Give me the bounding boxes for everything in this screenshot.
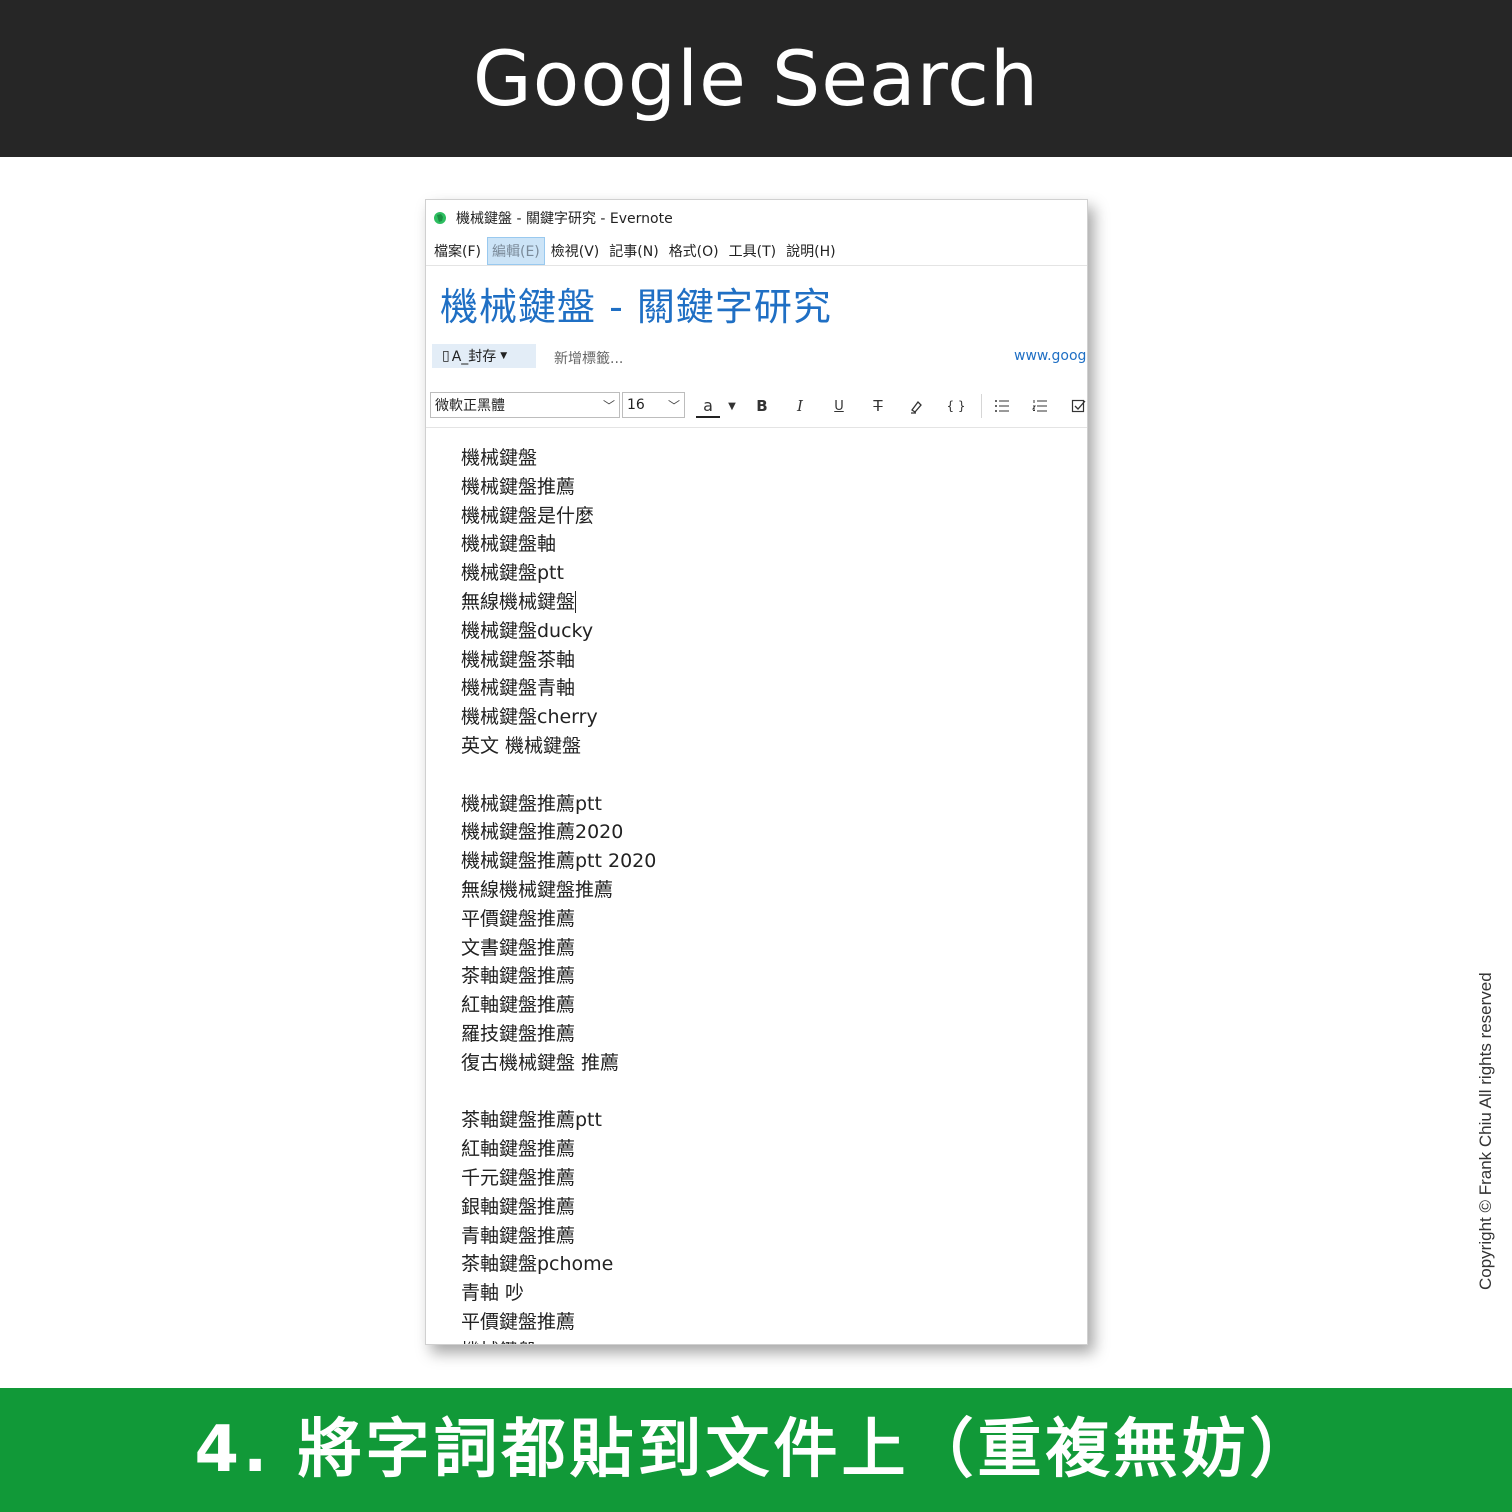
note-line[interactable]: 機械鍵盤是什麼 [461,502,1061,531]
menubar: 檔案(F) 編輯(E) 檢視(V) 記事(N) 格式(O) 工具(T) 說明(H… [426,236,1087,266]
tag-row: ▯ A_封存 ▼ 新增標籤... www.goog [426,340,1087,372]
note-line[interactable]: 紅軸鍵盤推薦 [461,991,1061,1020]
note-line[interactable]: 機械鍵盤軸 [461,530,1061,559]
note-line[interactable]: 機械鍵盤cherry [461,703,1061,732]
bold-button[interactable]: B [749,394,775,418]
highlighter-icon[interactable] [904,394,930,418]
menu-format[interactable]: 格式(O) [665,238,723,264]
note-line[interactable]: 機械鍵盤 [461,1337,1061,1344]
note-line-blank[interactable] [461,1078,1061,1107]
banner-title: Google Search [472,33,1040,123]
format-toolbar: 微軟正黑體 ﹀ 16 ﹀ a ▼ B I U T { } [426,388,1087,428]
note-line[interactable]: 文書鍵盤推薦 [461,934,1061,963]
notebook-name: A_封存 [451,349,497,365]
code-block-button[interactable]: { } [943,394,969,418]
note-line[interactable]: 無線機械鍵盤推薦 [461,876,1061,905]
checkbox-icon[interactable] [1066,394,1087,418]
add-tag-input[interactable]: 新增標籤... [554,348,623,368]
note-line[interactable]: 羅技鍵盤推薦 [461,1020,1061,1049]
note-line[interactable]: 茶軸鍵盤pchome [461,1250,1061,1279]
note-line[interactable]: 茶軸鍵盤推薦ptt [461,1106,1061,1135]
titlebar: 機械鍵盤 - 關鍵字研究 - Evernote [426,200,1087,236]
menu-help[interactable]: 說明(H) [782,238,839,264]
note-line-with-cursor[interactable]: 無線機械鍵盤 [461,588,1061,617]
font-color-dropdown-icon[interactable]: ▼ [719,394,745,418]
copyright-notice: Copyright © Frank Chiu All rights reserv… [1476,972,1495,1290]
font-color-button[interactable]: a [696,394,720,418]
italic-button[interactable]: I [787,394,813,418]
evernote-window: 機械鍵盤 - 關鍵字研究 - Evernote 檔案(F) 編輯(E) 檢視(V… [425,199,1088,1345]
note-line[interactable]: 機械鍵盤推薦ptt 2020 [461,847,1061,876]
note-line[interactable]: 機械鍵盤推薦2020 [461,818,1061,847]
note-line[interactable]: 銀軸鍵盤推薦 [461,1193,1061,1222]
note-line[interactable]: 機械鍵盤青軸 [461,674,1061,703]
note-line[interactable]: 青軸鍵盤推薦 [461,1222,1061,1251]
note-line[interactable]: 英文 機械鍵盤 [461,732,1061,761]
numbered-list-icon[interactable] [1027,394,1053,418]
note-line[interactable]: 機械鍵盤ducky [461,617,1061,646]
note-line[interactable]: 平價鍵盤推薦 [461,905,1061,934]
menu-file[interactable]: 檔案(F) [430,238,485,264]
menu-tools[interactable]: 工具(T) [725,238,780,264]
note-line[interactable]: 平價鍵盤推薦 [461,1308,1061,1337]
note-title[interactable]: 機械鍵盤 - 關鍵字研究 [440,276,832,331]
note-body[interactable]: 機械鍵盤 機械鍵盤推薦 機械鍵盤是什麼 機械鍵盤軸 機械鍵盤ptt 無線機械鍵盤… [461,444,1061,1344]
bulleted-list-icon[interactable] [989,394,1015,418]
caret-down-icon: ▼ [500,351,508,361]
note-line[interactable]: 紅軸鍵盤推薦 [461,1135,1061,1164]
note-line-blank[interactable] [461,761,1061,790]
font-size-value: 16 [627,397,645,413]
note-line[interactable]: 機械鍵盤茶軸 [461,646,1061,675]
notebook-icon: ▯ [442,348,450,364]
chevron-down-icon: ﹀ [667,399,680,413]
underline-button[interactable]: U [826,394,852,418]
note-line[interactable]: 千元鍵盤推薦 [461,1164,1061,1193]
menu-note[interactable]: 記事(N) [605,238,662,264]
source-url-link[interactable]: www.goog [1014,348,1086,364]
note-line[interactable]: 機械鍵盤ptt [461,559,1061,588]
toolbar-separator [981,394,982,418]
strikethrough-button[interactable]: T [865,394,891,418]
note-line[interactable]: 機械鍵盤推薦 [461,473,1061,502]
evernote-elephant-icon [432,210,448,226]
chevron-down-icon: ﹀ [602,399,615,413]
top-banner: Google Search [0,0,1512,157]
font-family-value: 微軟正黑體 [435,398,505,414]
font-size-select[interactable]: 16 ﹀ [622,392,685,418]
note-line[interactable]: 機械鍵盤 [461,444,1061,473]
bottom-banner: 4. 將字詞都貼到文件上（重複無妨） [0,1388,1512,1512]
step-caption: 4. 將字詞都貼到文件上（重複無妨） [194,1413,1318,1487]
note-line[interactable]: 青軸 吵 [461,1279,1061,1308]
font-family-select[interactable]: 微軟正黑體 ﹀ [430,392,620,418]
menu-edit[interactable]: 編輯(E) [486,236,545,265]
menu-view[interactable]: 檢視(V) [547,238,604,264]
note-line[interactable]: 復古機械鍵盤 推薦 [461,1049,1061,1078]
notebook-selector[interactable]: ▯ A_封存 ▼ [432,344,536,368]
window-title: 機械鍵盤 - 關鍵字研究 - Evernote [456,211,673,227]
note-line[interactable]: 茶軸鍵盤推薦 [461,962,1061,991]
note-line[interactable]: 機械鍵盤推薦ptt [461,790,1061,819]
